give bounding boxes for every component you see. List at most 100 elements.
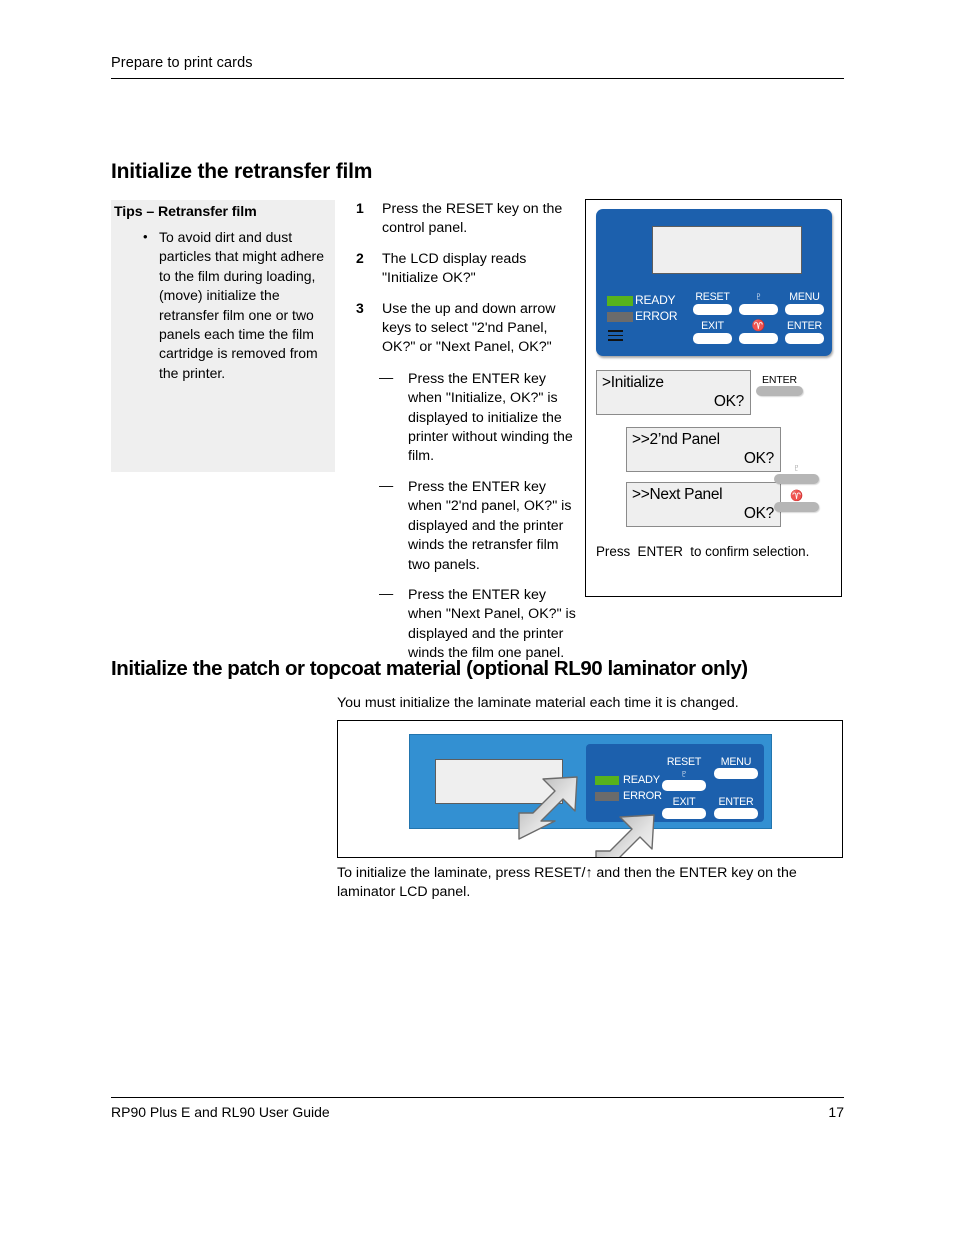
down-arrow-icon: ♈ (751, 320, 766, 332)
laminator-reset-key-label: RESET ♇ (666, 756, 702, 780)
led-row-error: ERROR (607, 309, 695, 325)
press-suffix-text: to confirm selection. (690, 544, 810, 559)
step-item: 1 Press the RESET key on the control pan… (352, 200, 577, 239)
section-heading-patch-topcoat: Initialize the patch or topcoat material… (111, 657, 748, 680)
tips-list-item: • To avoid dirt and dust particles that … (111, 228, 335, 383)
up-arrow-key[interactable]: ♇ (739, 291, 778, 315)
enter-key-label: ENTER (787, 320, 822, 332)
substep-item: — Press the ENTER key when "2'nd panel, … (352, 478, 577, 575)
laminator-reset-key[interactable]: RESET ♇ (662, 756, 706, 791)
callout-up-arrow-key[interactable]: ♇ (774, 462, 819, 484)
tips-item-text: To avoid dirt and dust particles that mi… (159, 229, 324, 381)
section-heading-retransfer: Initialize the retransfer film (111, 160, 373, 183)
inline-enter-key-label: ENTER (637, 544, 683, 559)
laminator-enter-key[interactable]: ENTER (714, 796, 758, 819)
printer-control-panel: READY ERROR RESET ♇ MENU EXIT ♈ ENTER (596, 209, 832, 356)
laminator-reset-key-button[interactable] (662, 780, 706, 791)
up-arrow-icon: ♇ (792, 462, 801, 474)
laminator-enter-key-label: ENTER (718, 796, 754, 808)
lcd-line-2: OK? (743, 505, 774, 522)
laminator-intro-text: You must initialize the laminate materia… (337, 695, 739, 711)
callout-down-arrow-key[interactable]: ♈ (774, 490, 819, 512)
laminator-menu-key[interactable]: MENU (714, 756, 758, 791)
em-dash-icon: — (379, 369, 394, 386)
lcd-message-next-panel: >>Next Panel OK? (626, 482, 781, 527)
led-row-ready: READY (607, 293, 695, 309)
lcd-line-2: OK? (743, 450, 774, 467)
pointer-arrow-enter-icon (588, 813, 660, 857)
laminator-menu-key-button[interactable] (714, 768, 758, 779)
exit-key-button[interactable] (693, 333, 732, 344)
laminator-exit-key-label: EXIT (672, 796, 696, 808)
menu-key-button[interactable] (785, 304, 824, 315)
footer-rule (111, 1097, 844, 1098)
laminator-caption: To initialize the laminate, press RESET/… (337, 865, 797, 901)
exit-key[interactable]: EXIT (693, 320, 732, 344)
step-text: The LCD display reads "Initialize OK?" (382, 250, 527, 287)
laminator-menu-key-label: MENU (720, 756, 752, 768)
lcd-line-1: >>Next Panel (632, 486, 723, 503)
ready-led-label: READY (635, 293, 676, 307)
up-arrow-key-button[interactable] (739, 304, 778, 315)
page-footer: RP90 Plus E and RL90 User Guide 17 (111, 1097, 844, 1120)
enter-key[interactable]: ENTER (785, 320, 824, 344)
laminator-exit-key[interactable]: EXIT (662, 796, 706, 819)
down-arrow-key[interactable]: ♈ (739, 320, 778, 344)
figure-printer-control-panel: READY ERROR RESET ♇ MENU EXIT ♈ ENTER >I… (585, 199, 842, 597)
lcd-line-2: OK? (713, 393, 744, 410)
running-head-text: Prepare to print cards (111, 55, 253, 71)
lcd-screen (652, 226, 802, 274)
error-led-icon (607, 312, 633, 322)
down-arrow-icon: ♈ (790, 490, 803, 502)
error-led-label: ERROR (635, 309, 678, 323)
down-arrow-key-button[interactable] (739, 333, 778, 344)
step-number: 1 (356, 200, 364, 216)
laminator-key-row-bottom: EXIT ENTER (662, 796, 758, 819)
laminator-keys: RESET ♇ MENU EXIT ENTER (662, 756, 758, 824)
press-enter-instruction: Press ENTER to confirm selection. (596, 544, 809, 559)
procedure-steps: 1 Press the RESET key on the control pan… (352, 200, 577, 675)
running-header: Prepare to print cards (111, 54, 844, 79)
reset-key[interactable]: RESET (693, 291, 732, 315)
bullet-icon: • (143, 229, 148, 244)
ready-led-icon (595, 776, 619, 785)
callout-up-arrow-key-button[interactable] (774, 474, 819, 484)
step-item: 3 Use the up and down arrow keys to sele… (352, 300, 577, 358)
ready-led-label: READY (623, 774, 660, 786)
control-panel-keys: RESET ♇ MENU EXIT ♈ ENTER (693, 291, 825, 349)
header-rule (111, 78, 844, 79)
error-led-label: ERROR (623, 790, 662, 802)
tips-list: • To avoid dirt and dust particles that … (111, 228, 335, 383)
footer-page-number: 17 (828, 1104, 844, 1120)
lcd-line-1: >>2’nd Panel (632, 431, 720, 448)
callout-down-arrow-key-button[interactable] (774, 502, 819, 512)
substep-item: — Press the ENTER key when "Initialize, … (352, 370, 577, 467)
footer-guide-title: RP90 Plus E and RL90 User Guide (111, 1104, 330, 1120)
step-number: 2 (356, 249, 364, 266)
laminator-exit-key-button[interactable] (662, 808, 706, 819)
up-arrow-icon: ♇ (754, 291, 763, 303)
enter-key-button[interactable] (785, 333, 824, 344)
exit-key-label: EXIT (701, 320, 724, 332)
key-row-bottom: EXIT ♈ ENTER (693, 320, 825, 344)
figure-laminator-panel: READY ERROR RESET ♇ MENU EXIT ENTER (337, 720, 843, 858)
reset-key-label: RESET (695, 291, 730, 303)
reset-key-button[interactable] (693, 304, 732, 315)
callout-enter-key-button[interactable] (756, 386, 803, 396)
menu-key[interactable]: MENU (785, 291, 824, 315)
substep-text: Press the ENTER key when "2'nd panel, OK… (408, 478, 572, 573)
callout-enter-key[interactable]: ENTER (756, 374, 803, 396)
lcd-line-1: >Initialize (602, 374, 664, 391)
laminator-control-panel: READY ERROR RESET ♇ MENU EXIT ENTER (586, 744, 764, 822)
press-prefix-text: Press (596, 544, 631, 559)
em-dash-icon: — (379, 477, 394, 494)
ready-led-icon (607, 296, 633, 306)
step-text: Press the RESET key on the control panel… (382, 201, 563, 237)
inline-enter-key[interactable]: ENTER (636, 544, 684, 559)
laminator-enter-key-button[interactable] (714, 808, 758, 819)
em-dash-icon: — (379, 585, 394, 602)
document-page: Prepare to print cards Initialize the re… (0, 0, 954, 1235)
pointer-arrow-reset-icon (511, 775, 583, 843)
lcd-message-initialize: >Initialize OK? (596, 370, 751, 415)
callout-enter-key-label: ENTER (761, 374, 798, 386)
